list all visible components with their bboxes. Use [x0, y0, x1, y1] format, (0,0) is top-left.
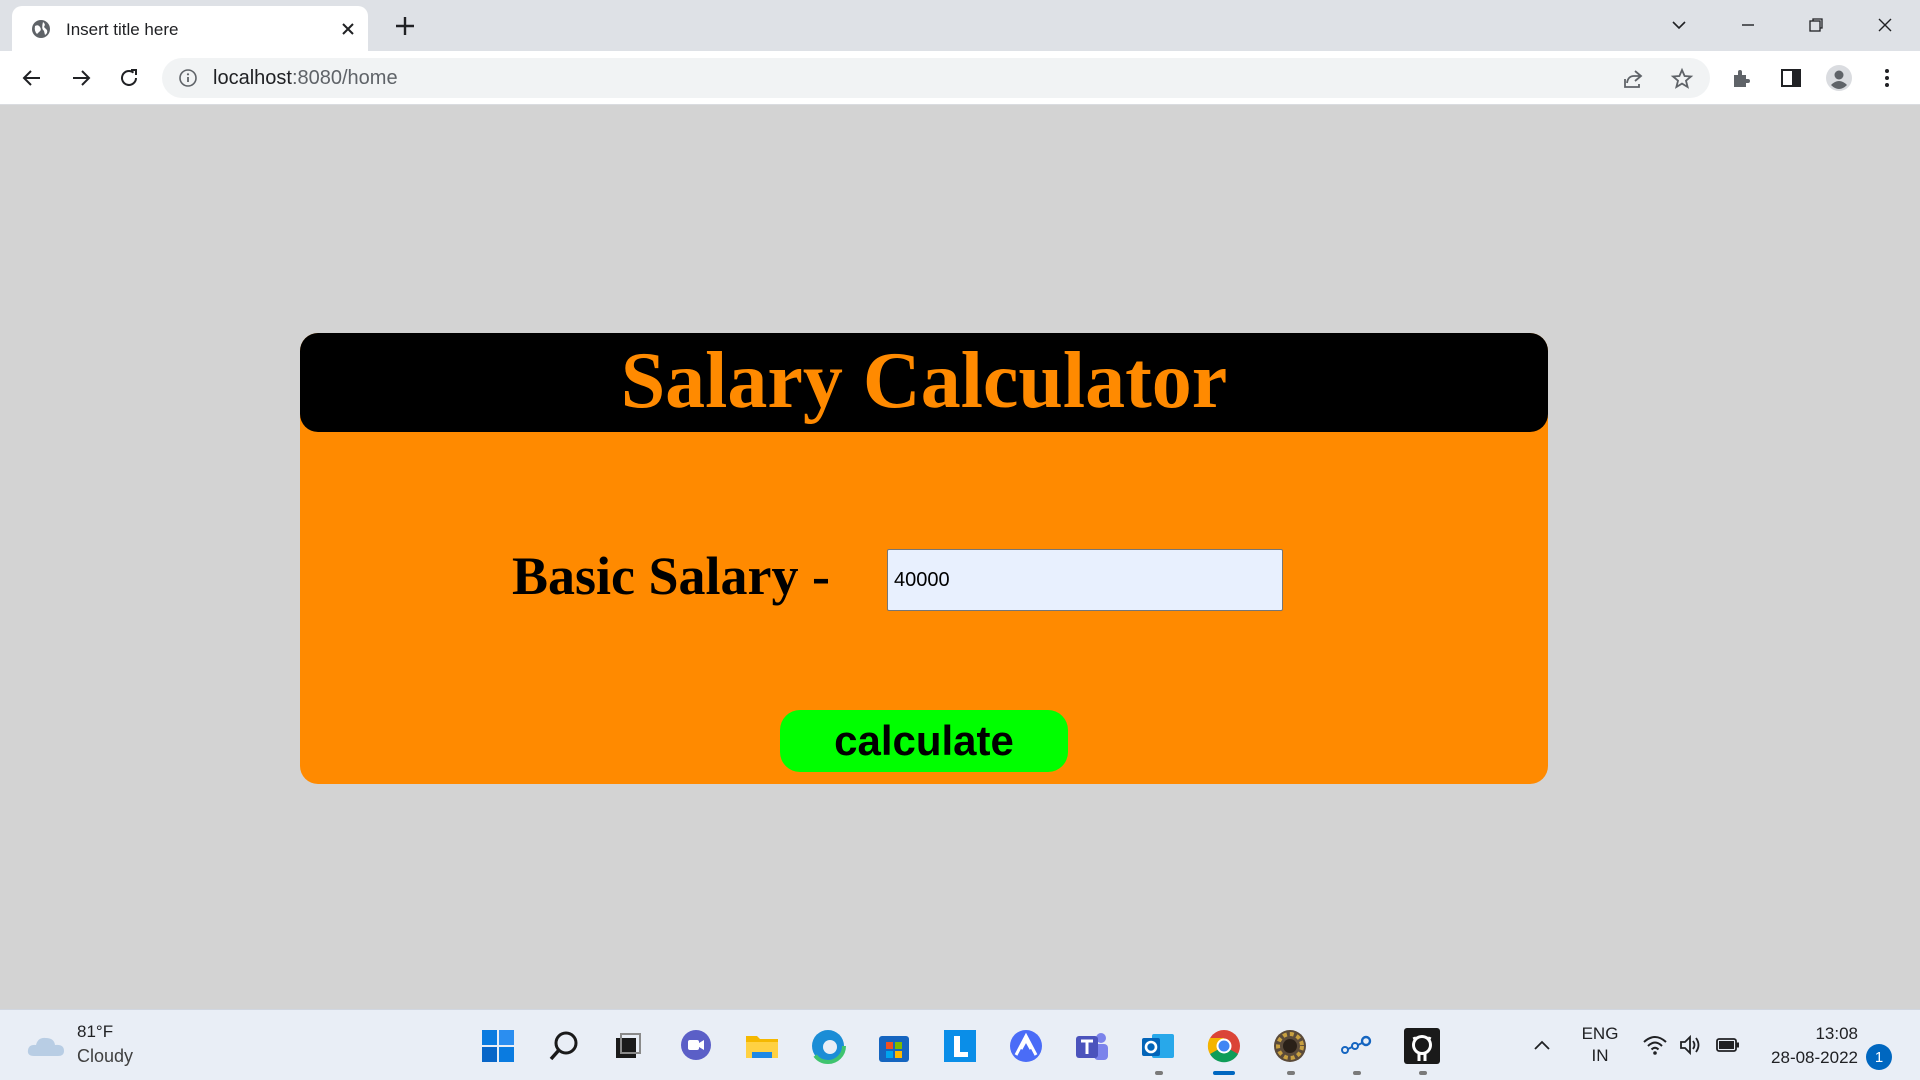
tab-strip: Insert title here: [0, 0, 1920, 51]
wifi-icon[interactable]: [1640, 1030, 1670, 1060]
outlook-icon[interactable]: [1137, 1025, 1179, 1067]
battery-icon[interactable]: [1712, 1030, 1742, 1060]
edge-icon[interactable]: [807, 1025, 849, 1067]
back-icon[interactable]: [17, 63, 47, 93]
page-title: Salary Calculator: [620, 337, 1228, 425]
minimize-icon[interactable]: [1733, 10, 1763, 40]
forward-icon[interactable]: [66, 63, 96, 93]
site-info-icon[interactable]: [178, 68, 198, 88]
weather-condition: Cloudy: [77, 1046, 134, 1066]
language-region: IN: [1591, 1046, 1609, 1065]
url-text: localhost:8080/home: [213, 67, 398, 90]
close-tab-icon[interactable]: [338, 19, 358, 39]
arc-app-icon[interactable]: [1005, 1025, 1047, 1067]
side-panel-icon[interactable]: [1776, 63, 1806, 93]
clock-date: 28-08-2022: [1771, 1048, 1858, 1067]
network-app-icon[interactable]: [1335, 1025, 1377, 1067]
new-tab-icon[interactable]: [392, 13, 418, 39]
basic-salary-input[interactable]: [887, 549, 1283, 611]
bookmark-star-icon[interactable]: [1670, 67, 1694, 91]
store-icon[interactable]: [873, 1025, 915, 1067]
gear-app-icon[interactable]: [1269, 1025, 1311, 1067]
salary-calculator-card: Salary Calculator Basic Salary - calcula…: [300, 333, 1548, 784]
chrome-icon[interactable]: [1203, 1025, 1245, 1067]
outlook-running-indicator: [1155, 1071, 1163, 1075]
cloud-icon: [27, 1037, 64, 1056]
share-icon[interactable]: [1621, 67, 1645, 91]
github-icon[interactable]: [1401, 1025, 1443, 1067]
reload-icon[interactable]: [114, 63, 144, 93]
tab-title: Insert title here: [66, 20, 179, 39]
system-clock[interactable]: 13:08 28-08-2022: [1771, 1022, 1858, 1070]
chrome-active-indicator: [1213, 1071, 1235, 1075]
l-app-icon[interactable]: [939, 1025, 981, 1067]
card-header: Salary Calculator: [300, 333, 1548, 432]
language-indicator[interactable]: ENG IN: [1575, 1023, 1625, 1067]
chevron-up-icon[interactable]: [1527, 1030, 1557, 1060]
profile-avatar-icon[interactable]: [1824, 63, 1854, 93]
gear-app-running-indicator: [1287, 1071, 1295, 1075]
url-path: :8080/home: [291, 67, 398, 89]
close-window-icon[interactable]: [1870, 10, 1900, 40]
taskbar: 81°F Cloudy ENG IN 13:08 28-08-2022 1: [0, 1009, 1920, 1080]
browser-tab[interactable]: Insert title here: [12, 6, 368, 51]
tab-search-icon[interactable]: [1664, 10, 1694, 40]
search-icon[interactable]: [543, 1025, 585, 1067]
navigation-bar: localhost:8080/home: [0, 51, 1920, 105]
restore-icon[interactable]: [1801, 10, 1831, 40]
clock-time: 13:08: [1815, 1024, 1858, 1043]
teams-icon[interactable]: [1071, 1025, 1113, 1067]
extensions-icon[interactable]: [1727, 63, 1757, 93]
start-icon[interactable]: [477, 1025, 519, 1067]
address-bar[interactable]: localhost:8080/home: [162, 58, 1710, 98]
weather-temperature: 81°F: [77, 1022, 114, 1041]
notification-badge[interactable]: 1: [1866, 1044, 1892, 1070]
url-host: localhost: [213, 67, 292, 89]
chat-icon[interactable]: [675, 1025, 717, 1067]
github-running-indicator: [1419, 1071, 1427, 1075]
menu-kebab-icon[interactable]: [1872, 63, 1902, 93]
network-app-running-indicator: [1353, 1071, 1361, 1075]
calculate-button[interactable]: calculate: [780, 710, 1068, 772]
globe-icon: [32, 20, 50, 38]
weather-widget[interactable]: 81°F Cloudy: [26, 1022, 156, 1070]
task-view-icon[interactable]: [607, 1025, 649, 1067]
file-explorer-icon[interactable]: [741, 1025, 783, 1067]
basic-salary-label: Basic Salary -: [512, 546, 830, 606]
language-code: ENG: [1581, 1024, 1619, 1043]
volume-icon[interactable]: [1676, 1030, 1706, 1060]
